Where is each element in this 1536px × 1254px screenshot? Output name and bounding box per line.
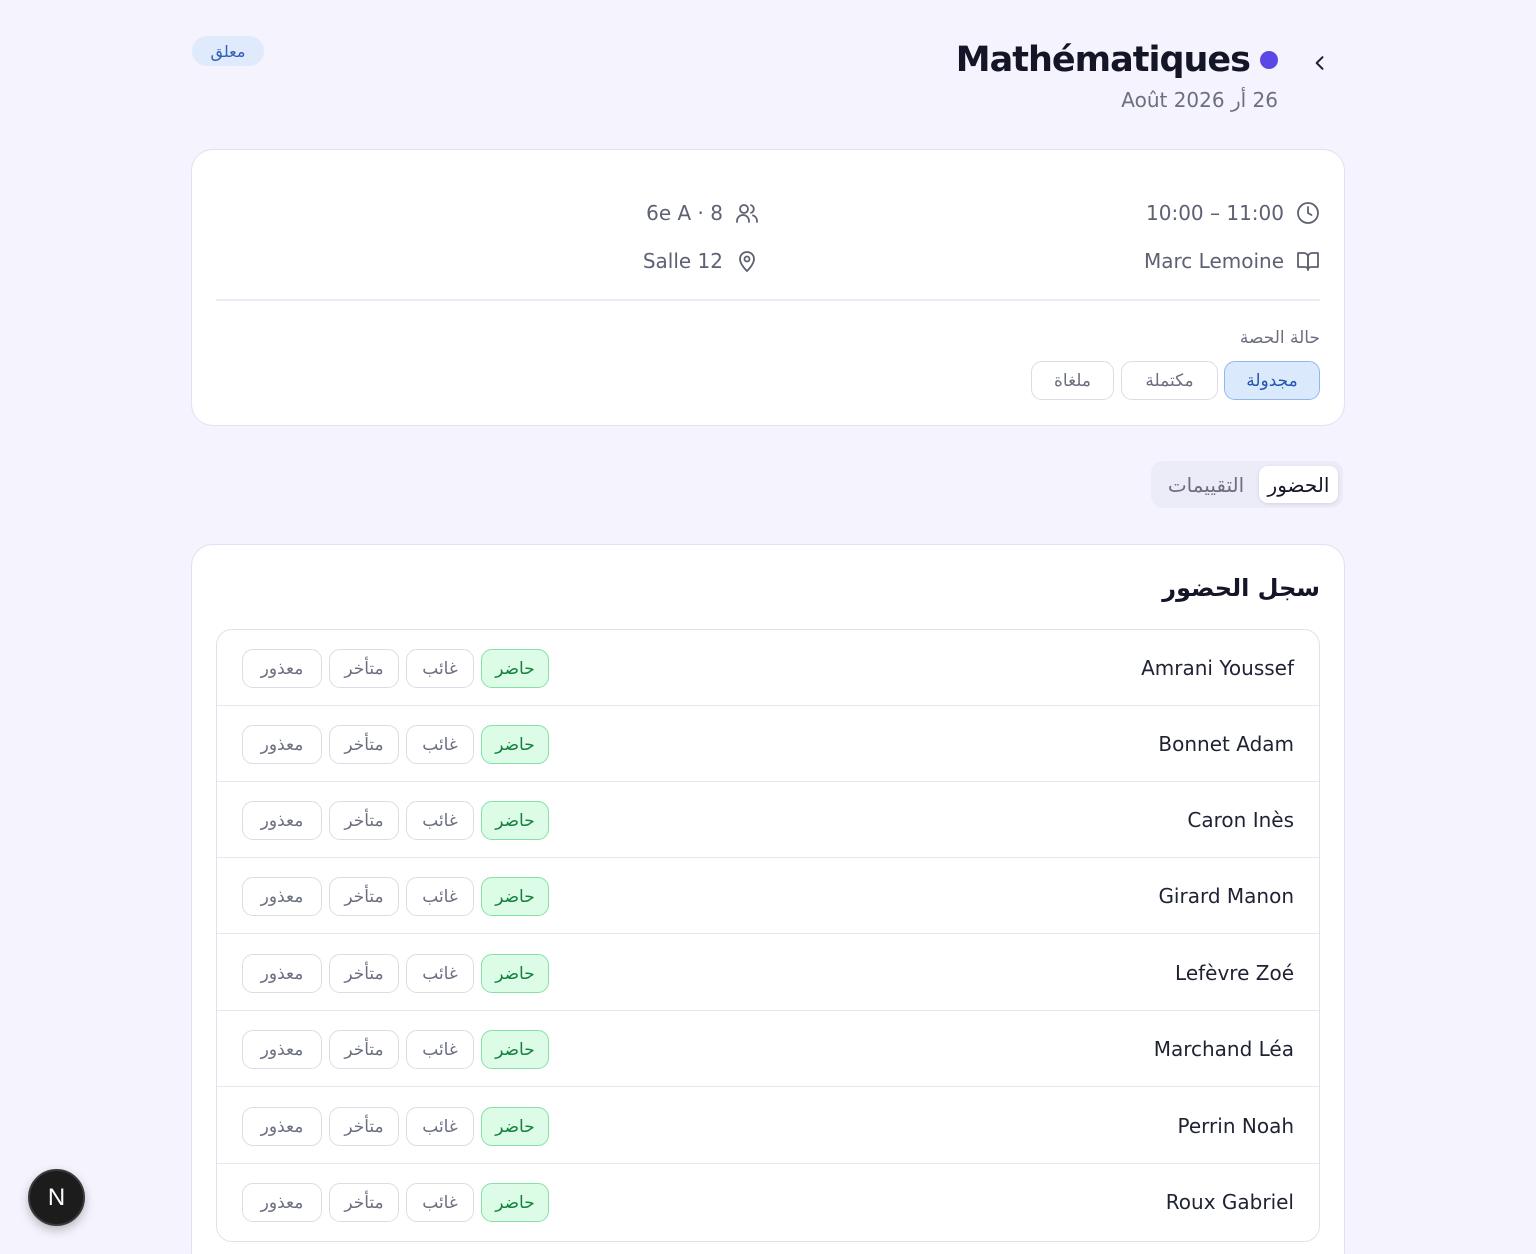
- tab-evaluations[interactable]: التقييمات: [1157, 466, 1255, 503]
- late-button[interactable]: متأخر: [329, 954, 399, 993]
- page-title: Mathématiques: [955, 40, 1251, 80]
- student-row: Marchand Léa حاضر غائب متأخر معذور: [217, 1011, 1319, 1087]
- users-icon: [735, 201, 759, 225]
- student-name: Caron Inès: [1187, 808, 1294, 832]
- student-row: Girard Manon حاضر غائب متأخر معذور: [217, 858, 1319, 934]
- attendance-title: سجل الحضور: [1162, 574, 1320, 602]
- late-button[interactable]: متأخر: [329, 1183, 399, 1222]
- absent-button[interactable]: غائب: [406, 649, 474, 688]
- clock-icon: [1296, 201, 1320, 225]
- excused-button[interactable]: معذور: [242, 801, 322, 840]
- excused-button[interactable]: معذور: [242, 877, 322, 916]
- subject-color-dot: [1260, 51, 1278, 69]
- student-row: Perrin Noah حاضر غائب متأخر معذور: [217, 1088, 1319, 1164]
- student-row: Bonnet Adam حاضر غائب متأخر معذور: [217, 706, 1319, 782]
- student-name: Perrin Noah: [1177, 1114, 1294, 1138]
- tab-bar: الحضور التقييمات: [1151, 461, 1343, 508]
- late-button[interactable]: متأخر: [329, 725, 399, 764]
- present-button[interactable]: حاضر: [481, 725, 549, 764]
- present-button[interactable]: حاضر: [481, 1107, 549, 1146]
- divider: [216, 299, 1320, 301]
- map-pin-icon: [735, 249, 759, 273]
- excused-button[interactable]: معذور: [242, 1107, 322, 1146]
- back-button[interactable]: [1300, 44, 1340, 82]
- excused-button[interactable]: معذور: [242, 649, 322, 688]
- book-icon: [1296, 249, 1320, 273]
- late-button[interactable]: متأخر: [329, 1107, 399, 1146]
- absent-button[interactable]: غائب: [406, 1030, 474, 1069]
- present-button[interactable]: حاضر: [481, 1030, 549, 1069]
- present-button[interactable]: حاضر: [481, 1183, 549, 1222]
- attendance-list: Amrani Youssef حاضر غائب متأخر معذور Bon…: [216, 629, 1320, 1242]
- absent-button[interactable]: غائب: [406, 954, 474, 993]
- nextjs-logo-button[interactable]: N: [28, 1169, 85, 1226]
- status-option-cancelled[interactable]: ملغاة: [1031, 361, 1114, 400]
- present-button[interactable]: حاضر: [481, 649, 549, 688]
- session-group: 6e A · 8: [646, 201, 723, 225]
- student-name: Roux Gabriel: [1165, 1190, 1294, 1214]
- excused-button[interactable]: معذور: [242, 954, 322, 993]
- session-room: Salle 12: [642, 249, 723, 273]
- student-name: Marchand Léa: [1153, 1037, 1294, 1061]
- excused-button[interactable]: معذور: [242, 1030, 322, 1069]
- late-button[interactable]: متأخر: [329, 877, 399, 916]
- student-row: Lefèvre Zoé حاضر غائب متأخر معذور: [217, 935, 1319, 1011]
- student-row: Roux Gabriel حاضر غائب متأخر معذور: [217, 1164, 1319, 1240]
- absent-button[interactable]: غائب: [406, 801, 474, 840]
- session-teacher: Marc Lemoine: [1144, 249, 1284, 273]
- excused-button[interactable]: معذور: [242, 1183, 322, 1222]
- student-name: Amrani Youssef: [1141, 656, 1294, 680]
- absent-button[interactable]: غائب: [406, 1107, 474, 1146]
- present-button[interactable]: حاضر: [481, 877, 549, 916]
- student-row: Amrani Youssef حاضر غائب متأخر معذور: [217, 630, 1319, 706]
- late-button[interactable]: متأخر: [329, 801, 399, 840]
- status-option-scheduled[interactable]: مجدولة: [1224, 361, 1320, 400]
- tab-attendance[interactable]: الحضور: [1259, 466, 1338, 503]
- absent-button[interactable]: غائب: [406, 1183, 474, 1222]
- absent-button[interactable]: غائب: [406, 877, 474, 916]
- student-name: Bonnet Adam: [1158, 732, 1294, 756]
- chevron-left-icon: [1315, 56, 1324, 70]
- session-time: 10:00 – 11:00: [1146, 201, 1284, 225]
- absent-button[interactable]: غائب: [406, 725, 474, 764]
- present-button[interactable]: حاضر: [481, 801, 549, 840]
- student-row: Caron Inès حاضر غائب متأخر معذور: [217, 782, 1319, 858]
- student-name: Lefèvre Zoé: [1175, 961, 1294, 985]
- session-date: 26 أر Août 2026: [1121, 88, 1278, 112]
- excused-button[interactable]: معذور: [242, 725, 322, 764]
- session-status-label: حالة الحصة: [1239, 328, 1320, 348]
- present-button[interactable]: حاضر: [481, 954, 549, 993]
- student-name: Girard Manon: [1158, 884, 1294, 908]
- late-button[interactable]: متأخر: [329, 649, 399, 688]
- status-badge: معلق: [192, 36, 264, 66]
- late-button[interactable]: متأخر: [329, 1030, 399, 1069]
- status-option-completed[interactable]: مكتملة: [1121, 361, 1218, 400]
